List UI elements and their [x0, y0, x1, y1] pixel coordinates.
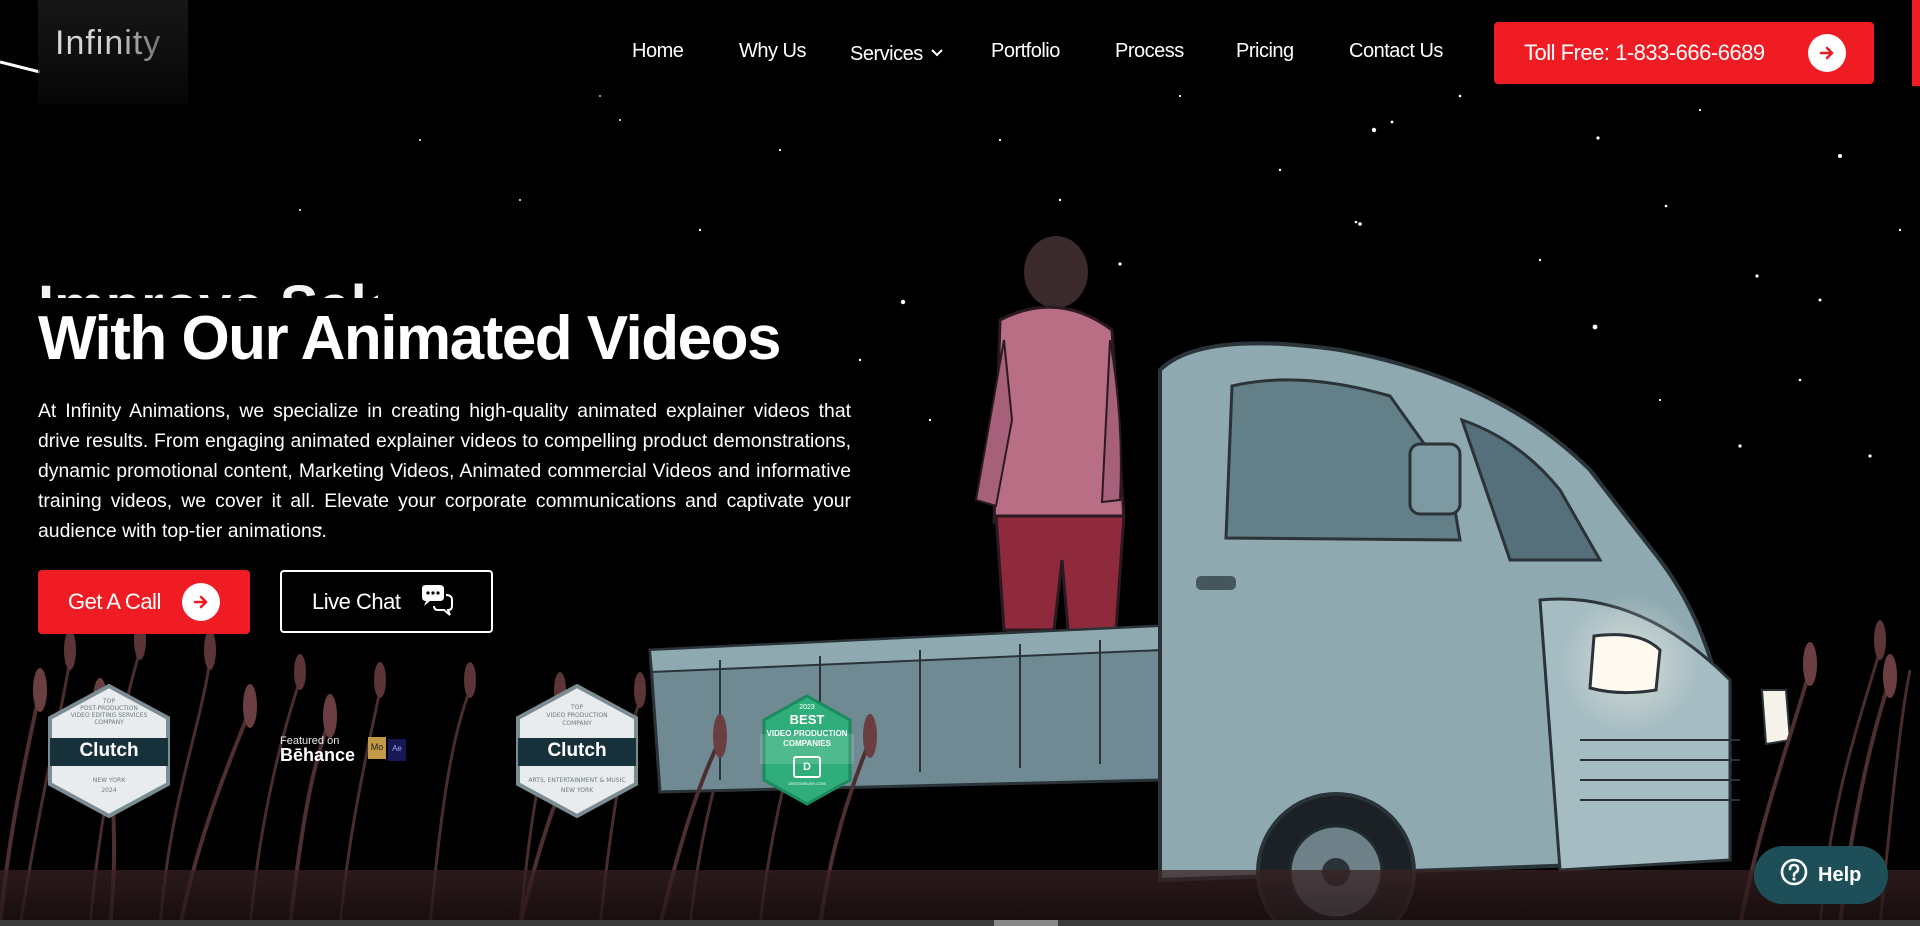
- hero-description: At Infinity Animations, we specialize in…: [38, 400, 851, 542]
- behance-featured-badge: Featured on Bēhance Mo Ae: [280, 735, 406, 766]
- site-logo[interactable]: Infinity: [38, 0, 188, 104]
- arrow-right-icon: [1808, 34, 1846, 72]
- nav-portfolio[interactable]: Portfolio: [991, 40, 1060, 63]
- clutch2-top: TOP: [570, 704, 583, 711]
- hero-heading: With Our Animated Videos: [38, 304, 781, 373]
- get-a-call-button[interactable]: Get A Call: [38, 570, 250, 634]
- clutch1-name: Clutch: [79, 740, 139, 761]
- best-video-production-badge: 2023 BEST VIDEO PRODUCTION COMPANIES D D…: [760, 694, 854, 811]
- hero-heading-previous-line: Improve Sales: [38, 278, 378, 298]
- arrow-right-icon: [182, 583, 220, 621]
- nav-pricing[interactable]: Pricing: [1236, 40, 1294, 63]
- nav-services-label: Services: [850, 43, 923, 65]
- toll-free-button[interactable]: Toll Free: 1-833-666-6689: [1494, 22, 1874, 84]
- nav-process[interactable]: Process: [1115, 40, 1184, 63]
- get-a-call-label: Get A Call: [68, 589, 161, 614]
- clutch2-place: NEW YORK: [560, 787, 594, 794]
- clutch2-line1: VIDEO PRODUCTION: [546, 712, 608, 719]
- clutch2-line3: ARTS, ENTERTAINMENT & MUSIC: [528, 777, 626, 784]
- page: Infinity Home Why Us Services Portfolio …: [0, 0, 1920, 926]
- question-circle-icon: [1780, 858, 1808, 892]
- clutch1-line2: VIDEO EDITING SERVICES: [70, 712, 148, 719]
- clutch-badge-post-production: TOP POST-PRODUCTION VIDEO EDITING SERVIC…: [46, 683, 172, 823]
- live-chat-button[interactable]: Live Chat: [280, 570, 493, 633]
- chat-bubbles-icon: [419, 584, 455, 624]
- chevron-down-icon: [930, 40, 943, 63]
- logo-text: Infinity: [55, 24, 162, 62]
- clutch2-line2: COMPANY: [562, 720, 592, 727]
- nav-home[interactable]: Home: [632, 40, 684, 63]
- nav-contact-us[interactable]: Contact Us: [1349, 40, 1443, 63]
- clutch1-place: NEW YORK: [92, 777, 126, 784]
- clutch2-name: Clutch: [547, 740, 607, 761]
- clutch1-year: 2024: [101, 787, 117, 794]
- ae-app-icon: Ae: [388, 739, 406, 761]
- live-chat-label: Live Chat: [312, 588, 401, 614]
- clutch1-top: TOP: [102, 698, 115, 705]
- behance-wordmark: Bēhance: [280, 745, 356, 765]
- nav-services[interactable]: Services: [850, 40, 943, 66]
- best-line1: VIDEO PRODUCTION: [766, 730, 848, 738]
- nav-why-us[interactable]: Why Us: [739, 40, 807, 63]
- best-source: DESIGNRUSH.COM: [788, 781, 826, 786]
- clutch1-line1: POST-PRODUCTION: [80, 705, 138, 712]
- best-year: 2023: [799, 704, 815, 711]
- clutch1-line3: COMPANY: [94, 719, 124, 726]
- vertical-scrollbar-thumb[interactable]: [1912, 0, 1920, 86]
- mo-app-icon: Mo: [368, 737, 386, 759]
- horizontal-scrollbar-thumb[interactable]: [994, 920, 1058, 926]
- best-line2: COMPANIES: [783, 739, 831, 748]
- clutch-badge-video-production: TOP VIDEO PRODUCTION COMPANY Clutch ARTS…: [514, 683, 640, 823]
- hero-heading-previous-text: Improve Sales: [38, 278, 378, 298]
- designrush-icon: D: [793, 756, 821, 778]
- horizontal-scrollbar[interactable]: [0, 920, 1920, 926]
- best-title: BEST: [789, 712, 825, 727]
- toll-free-label: Toll Free: 1-833-666-6689: [1524, 40, 1765, 65]
- help-label: Help: [1818, 863, 1862, 886]
- help-widget-button[interactable]: Help: [1754, 846, 1888, 904]
